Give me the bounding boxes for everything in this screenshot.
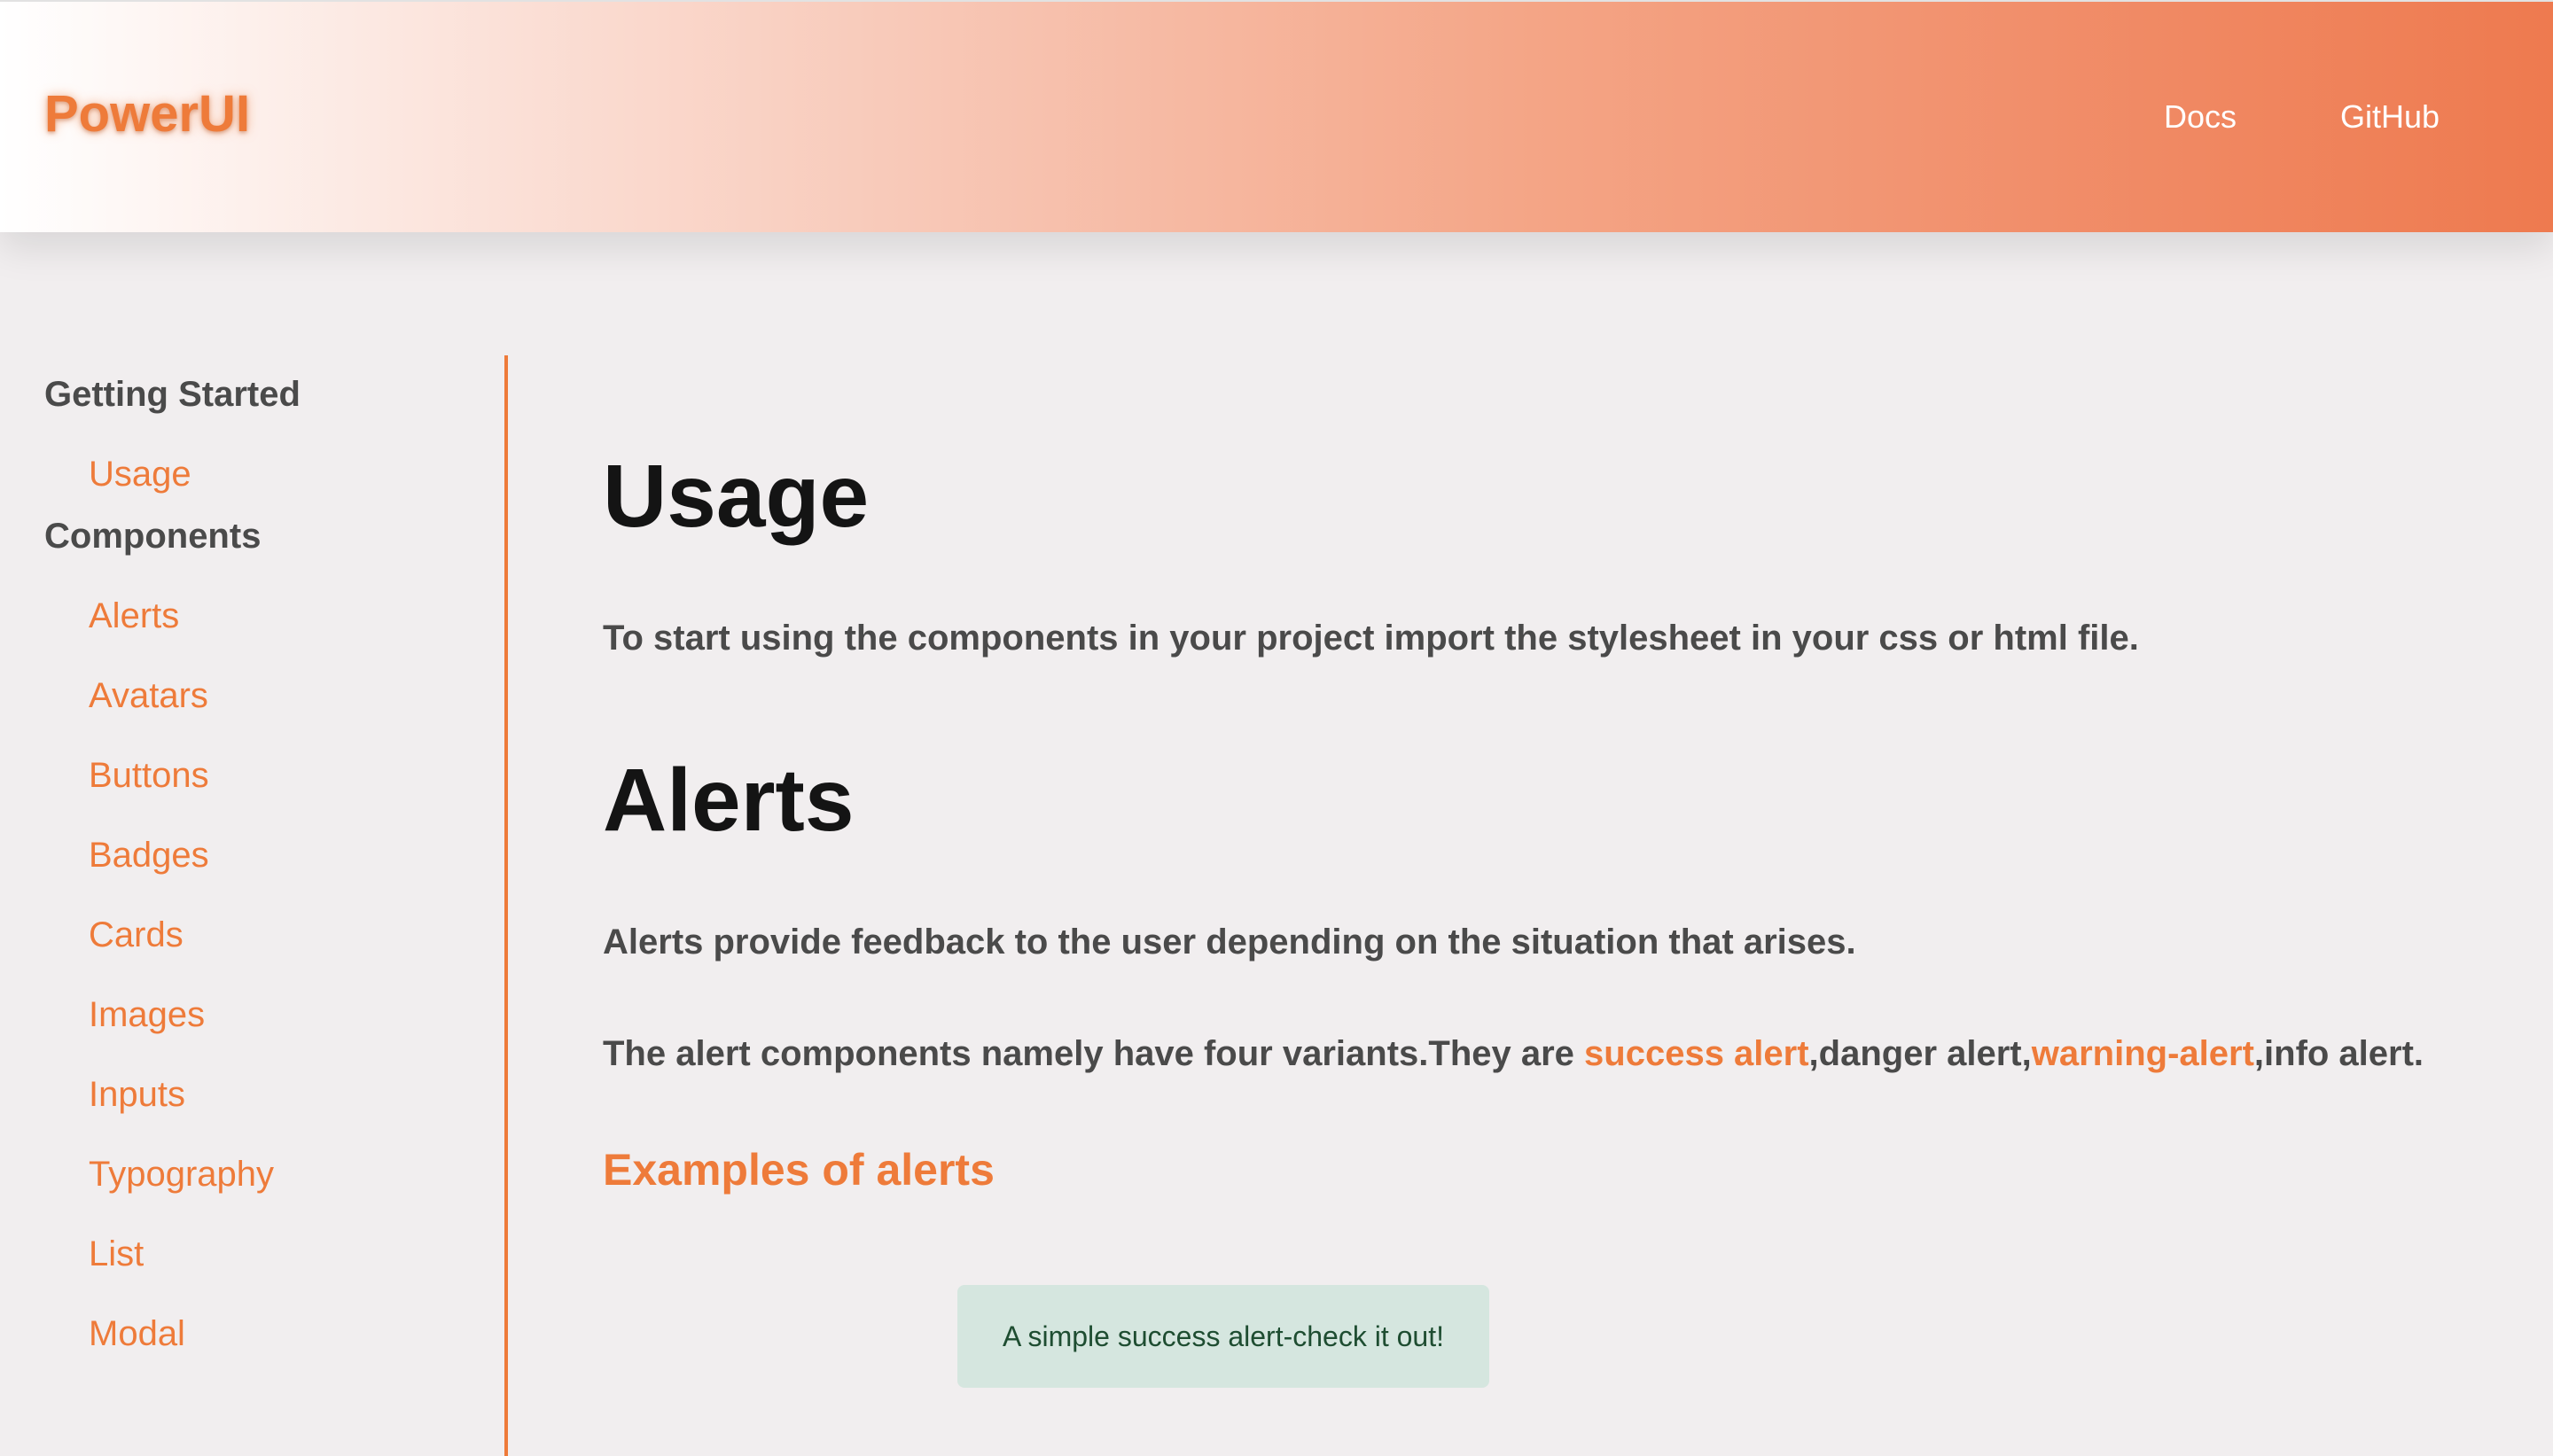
- brand-logo[interactable]: PowerUI: [44, 89, 250, 140]
- success-alert-text: A simple success alert-check it out!: [1003, 1320, 1444, 1352]
- variants-prefix: The alert components namely have four va…: [603, 1034, 1585, 1073]
- usage-title: Usage: [603, 447, 870, 546]
- sidebar-item-images[interactable]: Images: [89, 997, 205, 1032]
- sidebar-item-modal[interactable]: Modal: [89, 1316, 185, 1351]
- sidebar-heading-components: Components: [44, 517, 262, 556]
- sidebar-item-buttons[interactable]: Buttons: [89, 758, 209, 793]
- examples-heading: Examples of alerts: [603, 1145, 995, 1195]
- sidebar-item-badges[interactable]: Badges: [89, 837, 209, 873]
- sidebar-item-cards[interactable]: Cards: [89, 917, 183, 953]
- nav-link-docs[interactable]: Docs: [2164, 101, 2237, 133]
- top-navbar: PowerUI Docs GitHub: [0, 0, 2553, 232]
- sidebar-item-avatars[interactable]: Avatars: [89, 678, 208, 713]
- alerts-title: Alerts: [603, 751, 855, 850]
- sidebar-item-typography[interactable]: Typography: [89, 1156, 274, 1192]
- variants-suffix: ,info alert.: [2253, 1034, 2424, 1073]
- variant-success-highlight: success alert: [1584, 1034, 1809, 1073]
- sidebar-item-alerts[interactable]: Alerts: [89, 598, 179, 634]
- sidebar-heading-getting-started: Getting Started: [44, 375, 301, 414]
- sidebar-item-usage[interactable]: Usage: [89, 456, 191, 492]
- nav-link-github[interactable]: GitHub: [2340, 101, 2440, 133]
- usage-text: To start using the components in your pr…: [603, 619, 2139, 658]
- sidebar-item-inputs[interactable]: Inputs: [89, 1077, 185, 1112]
- success-alert: A simple success alert-check it out!: [957, 1285, 1489, 1388]
- variant-separator: ,danger alert,: [1808, 1034, 2032, 1073]
- alerts-variants-text: The alert components namely have four va…: [603, 1036, 2424, 1071]
- sidebar-divider: [504, 355, 508, 1456]
- variant-warning-highlight: warning-alert: [2031, 1034, 2254, 1073]
- alerts-intro: Alerts provide feedback to the user depe…: [603, 923, 1856, 962]
- sidebar-item-list[interactable]: List: [89, 1236, 144, 1272]
